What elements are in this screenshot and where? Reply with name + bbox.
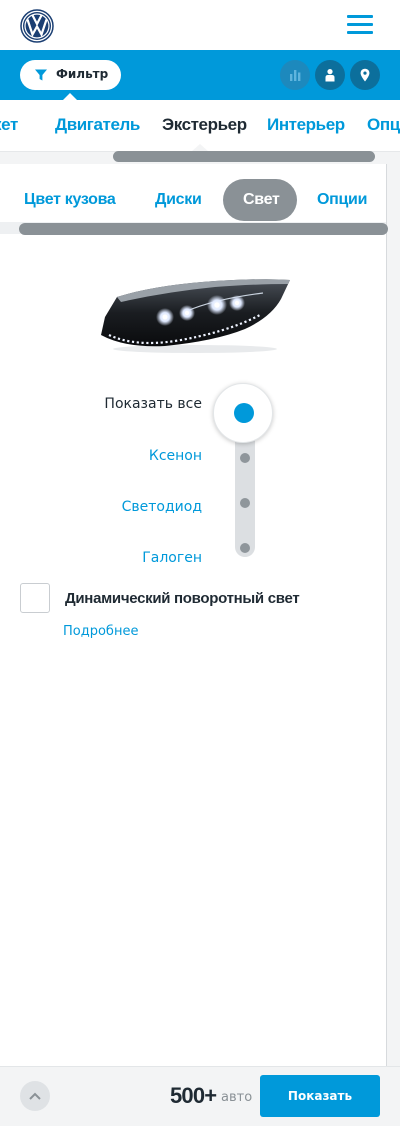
- light-option-led[interactable]: Светодиод: [122, 499, 202, 515]
- filter-button-label: Фильтр: [56, 67, 109, 81]
- light-slider-stop-xenon[interactable]: [240, 453, 250, 463]
- result-count: 500+: [170, 1083, 217, 1108]
- volkswagen-logo[interactable]: [20, 9, 54, 43]
- tab-engine[interactable]: Двигатель: [55, 115, 140, 135]
- chevron-up-icon: [29, 1092, 41, 1100]
- tab-exterior[interactable]: Экстерьер: [162, 115, 247, 135]
- subtab-options[interactable]: Опции: [317, 191, 367, 209]
- light-option-halogen[interactable]: Галоген: [142, 550, 202, 566]
- filter-button[interactable]: Фильтр: [20, 60, 121, 90]
- subtab-scrollbar[interactable]: [19, 223, 388, 235]
- category-scrollbar[interactable]: [113, 151, 375, 162]
- subtab-wheels[interactable]: Диски: [155, 191, 202, 209]
- subtab-body-color[interactable]: Цвет кузова: [24, 191, 116, 209]
- location-button[interactable]: [350, 60, 380, 90]
- top-header: [0, 0, 400, 50]
- funnel-icon: [35, 69, 47, 81]
- light-slider-knob-indicator: [234, 403, 254, 423]
- map-pin-icon: [360, 68, 370, 82]
- light-option-xenon[interactable]: Ксенон: [149, 448, 202, 464]
- tab-interior[interactable]: Интерьер: [267, 115, 345, 135]
- headlight-image: [101, 279, 290, 353]
- dealer-button[interactable]: [315, 60, 345, 90]
- tab-options[interactable]: Опц: [367, 115, 400, 135]
- more-info-link[interactable]: Подробнее: [63, 624, 138, 639]
- dynamic-light-checkbox[interactable]: [20, 583, 50, 613]
- result-count-unit: авто: [221, 1090, 253, 1105]
- light-option-all[interactable]: Показать все: [104, 396, 202, 412]
- person-icon: [325, 69, 335, 82]
- tab-package[interactable]: кет: [0, 115, 18, 135]
- light-slider-stop-led[interactable]: [240, 498, 250, 508]
- light-slider-stop-halogen[interactable]: [240, 543, 250, 553]
- compare-button[interactable]: [280, 60, 310, 90]
- scroll-top-button[interactable]: [20, 1081, 50, 1111]
- light-slider-knob[interactable]: [213, 383, 273, 443]
- show-results-button[interactable]: Показать: [260, 1075, 380, 1117]
- bar-chart-icon: [290, 70, 301, 81]
- subtab-light[interactable]: Свет: [243, 191, 280, 209]
- hamburger-menu-icon[interactable]: [347, 15, 373, 35]
- panel-edge: [386, 164, 400, 1066]
- dynamic-light-label: Динамический поворотный свет: [65, 590, 300, 607]
